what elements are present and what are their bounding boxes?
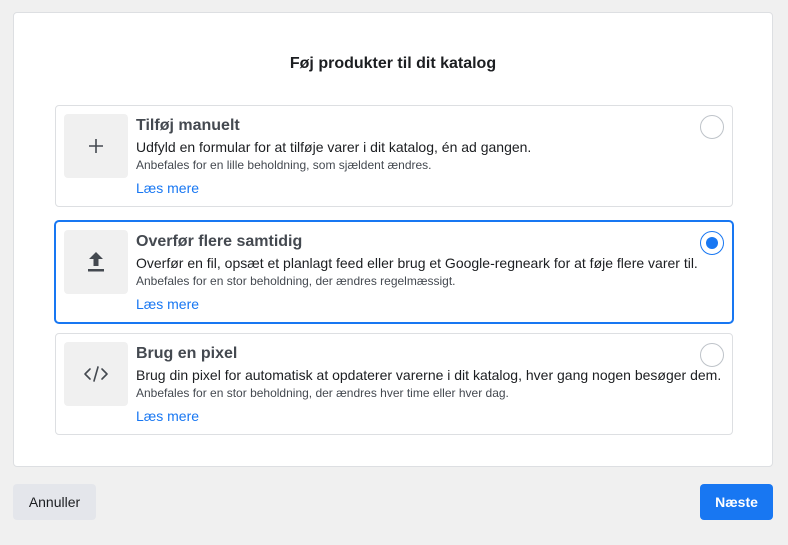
option-recommendation: Anbefales for en stor beholdning, der æn… <box>136 386 509 400</box>
option-recommendation: Anbefales for en stor beholdning, der æn… <box>136 274 456 288</box>
radio-use-pixel[interactable] <box>700 343 724 367</box>
option-recommendation: Anbefales for en lille beholdning, som s… <box>136 158 432 172</box>
option-description: Udfyld en formular for at tilføje varer … <box>136 139 532 155</box>
option-upload-multiple[interactable]: Overfør flere samtidig Overfør en fil, o… <box>55 221 733 323</box>
option-add-manually[interactable]: Tilføj manuelt Udfyld en formular for at… <box>55 105 733 207</box>
radio-add-manually[interactable] <box>700 115 724 139</box>
dialog-title: Føj produkter til dit katalog <box>289 55 497 72</box>
option-use-pixel[interactable]: Brug en pixel Brug din pixel for automat… <box>55 333 733 435</box>
code-icon <box>64 342 128 406</box>
plus-icon <box>64 114 128 178</box>
next-button[interactable]: Næste <box>700 484 773 520</box>
learn-more-link[interactable]: Læs mere <box>136 408 199 425</box>
option-title: Tilføj manuelt <box>136 117 240 134</box>
learn-more-link[interactable]: Læs mere <box>136 180 199 197</box>
upload-icon <box>64 230 128 294</box>
option-description: Overfør en fil, opsæt et planlagt feed e… <box>136 255 698 271</box>
option-title: Brug en pixel <box>136 345 238 362</box>
learn-more-link[interactable]: Læs mere <box>136 296 199 313</box>
dialog-card: Føj produkter til dit katalog Tilføj man… <box>13 12 773 467</box>
radio-upload-multiple[interactable] <box>700 231 724 255</box>
option-description: Brug din pixel for automatisk at opdater… <box>136 367 722 383</box>
option-title: Overfør flere samtidig <box>136 233 303 250</box>
cancel-button[interactable]: Annuller <box>13 484 96 520</box>
